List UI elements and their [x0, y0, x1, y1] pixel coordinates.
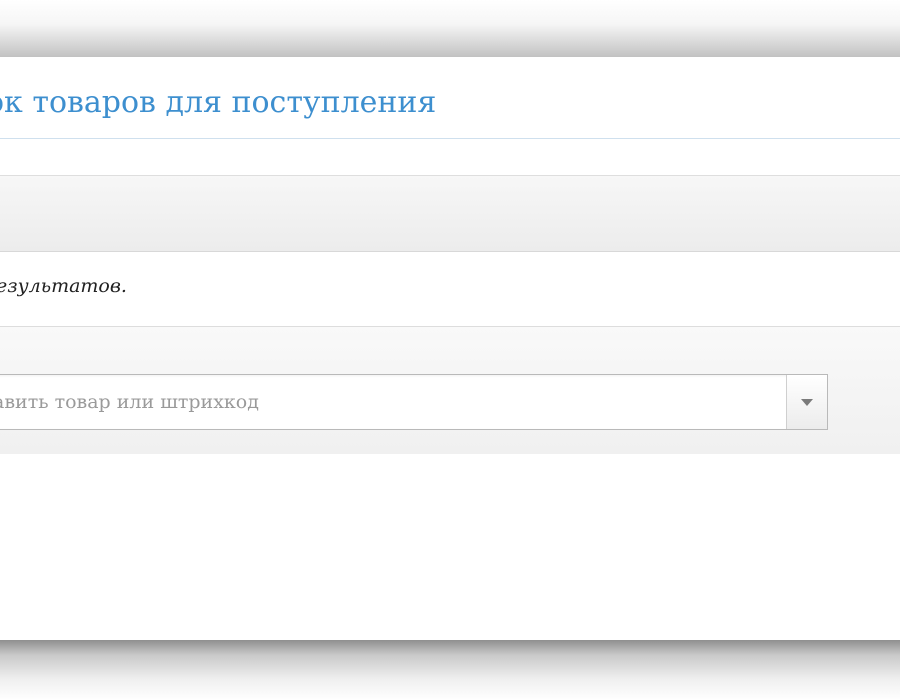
- add-product-select[interactable]: авить товар или штрихкод: [0, 374, 828, 430]
- chevron-down-icon: [801, 399, 813, 406]
- results-row: езультатов.: [0, 252, 900, 326]
- page-title: ок товаров для поступления: [0, 85, 437, 120]
- title-divider: [0, 138, 900, 139]
- backdrop-shadow-top: [0, 0, 900, 60]
- add-product-band: авить товар или штрихкод: [0, 326, 900, 455]
- dropdown-toggle[interactable]: [786, 375, 827, 429]
- content-panel: ок товаров для поступления езультатов. а…: [0, 57, 900, 642]
- add-product-placeholder: авить товар или штрихкод: [0, 391, 259, 413]
- no-results-message: езультатов.: [0, 275, 127, 297]
- panel-body: [0, 454, 900, 642]
- toolbar-band: [0, 175, 900, 252]
- backdrop-shadow-bottom: [0, 640, 900, 700]
